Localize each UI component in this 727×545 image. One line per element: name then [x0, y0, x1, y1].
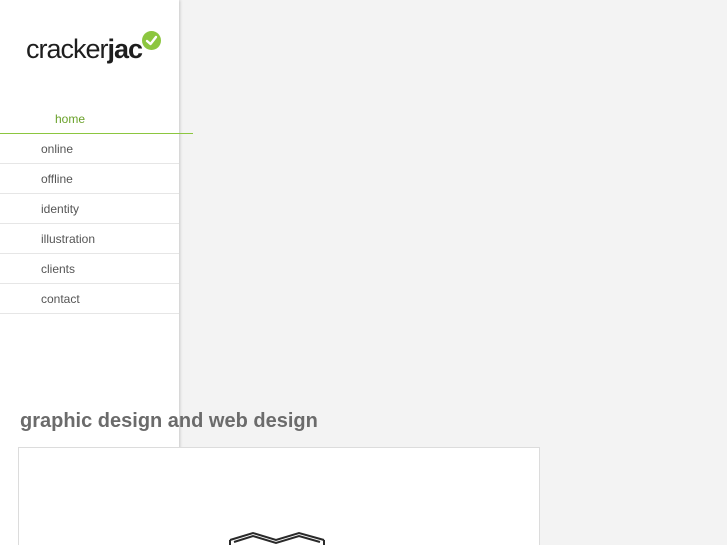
page: crackerjac home online offline identity …: [0, 0, 727, 545]
nav-item-clients[interactable]: clients: [0, 254, 179, 284]
nav-item-label: illustration: [41, 232, 96, 246]
nav-item-identity[interactable]: identity: [0, 194, 179, 224]
nav-item-home[interactable]: home: [0, 104, 193, 134]
page-heading: graphic design and web design: [20, 410, 318, 432]
logo-wordmark: crackerjac: [26, 34, 144, 65]
nav-item-label: home: [55, 112, 86, 126]
nav-item-label: online: [41, 142, 74, 156]
nav-item-contact[interactable]: contact: [0, 284, 179, 314]
nav-item-label: clients: [41, 262, 76, 276]
nav-item-label: offline: [41, 172, 73, 186]
nav-item-label: contact: [41, 292, 80, 306]
main-nav: home online offline identity illustratio…: [0, 104, 194, 314]
nav-item-label: identity: [41, 202, 80, 216]
hero-panel: [18, 447, 540, 545]
logo[interactable]: crackerjac: [26, 30, 166, 70]
cube-logo-icon: [229, 531, 325, 545]
nav-item-online[interactable]: online: [0, 134, 179, 164]
nav-item-offline[interactable]: offline: [0, 164, 179, 194]
nav-item-illustration[interactable]: illustration: [0, 224, 179, 254]
check-circle-icon: [142, 31, 161, 50]
logo-text-bold: jac: [107, 34, 144, 64]
logo-text-light: cracker: [26, 34, 109, 64]
